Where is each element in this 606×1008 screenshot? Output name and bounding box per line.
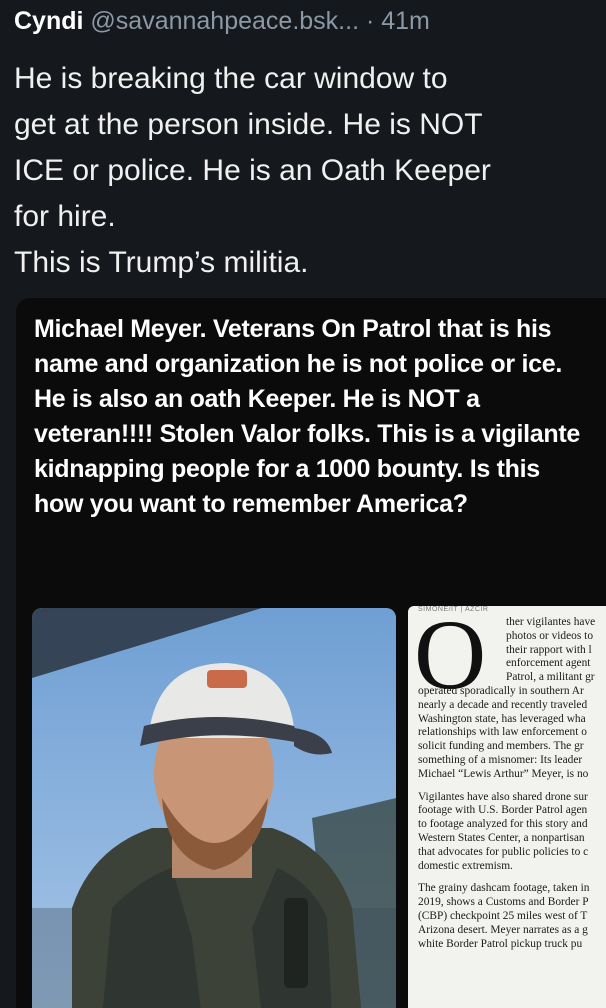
article-line: domestic extremism. xyxy=(418,859,513,872)
article-line: footage with U.S. Border Patrol agen xyxy=(418,804,588,817)
embedded-image[interactable]: Michael Meyer. Veterans On Patrol that i… xyxy=(16,298,606,1008)
article-line: enforcement agent xyxy=(506,657,591,670)
post[interactable]: Cyndi @savannahpeace.bsk... · 41m He is … xyxy=(0,0,606,1008)
article-line: photos or videos to xyxy=(506,629,594,642)
post-header: Cyndi @savannahpeace.bsk... · 41m xyxy=(14,4,606,38)
post-text-line: for hire. xyxy=(14,200,116,233)
author-handle[interactable]: @savannahpeace.bsk... xyxy=(90,7,359,35)
article-clipping: SIMONE/IT | AZCIR O ther vigilantes have… xyxy=(408,606,606,1008)
article-line: ther vigilantes have xyxy=(506,616,596,628)
post-text-line: ICE or police. He is an Oath Keeper xyxy=(14,154,491,187)
post-text: He is breaking the car window to get at … xyxy=(14,56,599,286)
post-text-line: get at the person inside. He is NOT xyxy=(14,108,483,141)
article-line: operated sporadically in southern Ar xyxy=(418,684,584,697)
post-text-line: This is Trump’s militia. xyxy=(14,246,309,279)
embedded-caption: Michael Meyer. Veterans On Patrol that i… xyxy=(34,315,580,518)
article-line: nearly a decade and recently traveled xyxy=(418,698,588,711)
article-line: Vigilantes have also shared drone sur xyxy=(418,790,588,803)
article-line: relationships with law enforcement o xyxy=(418,726,587,739)
article-text: ther vigilantes have photos or videos to… xyxy=(418,616,606,951)
author-name[interactable]: Cyndi xyxy=(14,7,83,35)
article-line: Arizona desert. Meyer narrates as a g xyxy=(418,923,588,936)
header-separator: · xyxy=(365,7,375,35)
man-photo xyxy=(32,608,396,1008)
article-line: to footage analyzed for this story and xyxy=(418,818,588,831)
article-line: white Border Patrol pickup truck pu xyxy=(418,937,583,950)
article-line: Michael “Lewis Arthur” Meyer, is no xyxy=(418,767,589,780)
article-line: that advocates for public policies to c xyxy=(418,845,589,858)
post-text-line: He is breaking the car window to xyxy=(14,62,448,95)
article-line: The grainy dashcam footage, taken in xyxy=(418,882,590,895)
article-line: something of a misnomer: Its leader xyxy=(418,753,583,766)
article-line: Western States Center, a nonpartisan xyxy=(418,831,585,844)
man-photo-illustration xyxy=(32,608,396,1008)
article-line: 2019, shows a Customs and Border P xyxy=(418,896,589,909)
article-line: (CBP) checkpoint 25 miles west of T xyxy=(418,909,588,922)
post-timestamp[interactable]: 41m xyxy=(381,7,430,35)
article-line: Patrol, a militant gr xyxy=(506,671,595,684)
article-line: solicit funding and members. The gr xyxy=(418,740,584,753)
article-line: their rapport with l xyxy=(506,643,592,656)
article-line: Washington state, has leveraged wha xyxy=(418,712,586,725)
